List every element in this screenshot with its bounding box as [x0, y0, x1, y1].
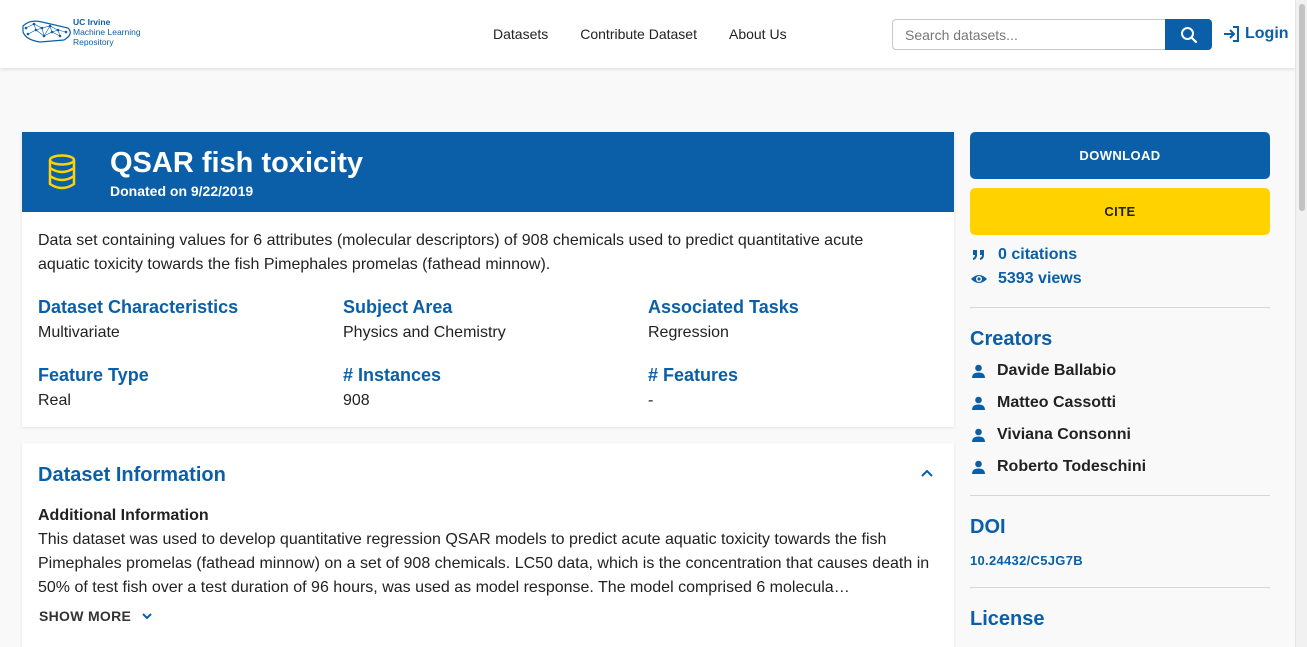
- page-scrollbar[interactable]: [1295, 0, 1307, 647]
- characteristic-feature-type: Feature Type Real: [38, 365, 149, 410]
- nav-about-link[interactable]: About Us: [729, 26, 787, 42]
- additional-information-text: This dataset was used to develop quantit…: [38, 531, 930, 596]
- characteristic-label: Dataset Characteristics: [38, 297, 239, 317]
- sidebar-divider: [970, 307, 1270, 308]
- characteristic-label: # Features: [648, 365, 739, 385]
- doi-heading: DOI: [970, 516, 1006, 538]
- person-icon: [972, 396, 985, 410]
- creators-heading: Creators: [970, 328, 1053, 350]
- citations-link[interactable]: 0 citations: [970, 246, 1077, 264]
- characteristic-label: Subject Area: [343, 297, 453, 317]
- views-count: 5393 views: [998, 270, 1082, 287]
- logo-text: UC Irvine Machine Learning Repository: [73, 17, 141, 47]
- creator-item: Matteo Cassotti: [971, 394, 1116, 412]
- characteristic-label: Feature Type: [38, 365, 149, 385]
- logo-line-3: Repository: [73, 37, 114, 47]
- login-icon: [1224, 26, 1239, 42]
- uci-logo[interactable]: UC Irvine Machine Learning Repository: [20, 16, 145, 52]
- search-icon: [1180, 26, 1197, 43]
- creator-name: Viviana Consonni: [997, 426, 1131, 443]
- donated-date: Donated on 9/22/2019: [110, 183, 254, 199]
- creator-name: Davide Ballabio: [997, 362, 1117, 379]
- characteristic-value: Multivariate: [38, 324, 120, 341]
- main-nav: Datasets Contribute Dataset About Us: [493, 26, 787, 42]
- top-navbar: UC Irvine Machine Learning Repository Da…: [0, 0, 1295, 68]
- person-icon: [972, 428, 985, 442]
- logo-line-2: Machine Learning: [73, 27, 141, 37]
- characteristic-tasks: Associated Tasks Regression: [648, 297, 799, 342]
- dataset-header: QSAR fish toxicity Donated on 9/22/2019: [22, 132, 954, 212]
- logo-line-1: UC Irvine: [73, 17, 111, 27]
- sidebar-divider: [970, 495, 1270, 496]
- characteristic-label: Associated Tasks: [648, 297, 799, 317]
- additional-information-heading: Additional Information: [38, 507, 209, 524]
- sidebar-divider: [970, 587, 1270, 588]
- chevron-down-icon: [142, 613, 152, 620]
- creator-item: Davide Ballabio: [971, 362, 1116, 380]
- search-input[interactable]: [892, 19, 1166, 50]
- cite-button[interactable]: CITE: [970, 188, 1270, 235]
- nav-datasets-link[interactable]: Datasets: [493, 26, 548, 42]
- login-link[interactable]: Login: [1222, 24, 1289, 44]
- dataset-description: Data set containing values for 6 attribu…: [38, 232, 864, 273]
- views-stat: 5393 views: [970, 270, 1082, 288]
- creator-name: Matteo Cassotti: [997, 394, 1117, 411]
- show-more-button[interactable]: SHOW MORE: [39, 608, 153, 624]
- characteristic-value: -: [648, 392, 654, 409]
- doi-link[interactable]: 10.24432/C5JG7B: [970, 553, 1083, 568]
- nav-contribute-link[interactable]: Contribute Dataset: [580, 26, 697, 42]
- eye-icon: [971, 275, 987, 283]
- characteristic-instances: # Instances 908: [343, 365, 441, 410]
- creator-item: Viviana Consonni: [971, 426, 1131, 444]
- characteristic-value: Regression: [648, 324, 729, 341]
- network-logo-icon: [22, 20, 71, 43]
- dataset-information-title: Dataset Information: [38, 464, 226, 486]
- quote-icon: [973, 250, 984, 260]
- login-label: Login: [1245, 25, 1289, 42]
- database-icon: [48, 154, 76, 190]
- characteristic-value: 908: [343, 392, 370, 409]
- dataset-information-card: Dataset Information Additional Informati…: [22, 443, 954, 647]
- characteristic-features: # Features -: [648, 365, 738, 410]
- creator-item: Roberto Todeschini: [971, 458, 1146, 476]
- chevron-up-icon[interactable]: [920, 468, 934, 478]
- dataset-summary-card: QSAR fish toxicity Donated on 9/22/2019 …: [22, 132, 954, 427]
- creator-name: Roberto Todeschini: [997, 458, 1147, 475]
- person-icon: [972, 460, 985, 474]
- characteristic-value: Real: [38, 392, 71, 409]
- characteristic-dataset: Dataset Characteristics Multivariate: [38, 297, 238, 342]
- show-more-label: SHOW MORE: [39, 608, 132, 624]
- download-button[interactable]: DOWNLOAD: [970, 132, 1270, 179]
- characteristic-value: Physics and Chemistry: [343, 324, 506, 341]
- characteristic-label: # Instances: [343, 365, 442, 385]
- license-heading: License: [970, 608, 1045, 630]
- dataset-title: QSAR fish toxicity: [110, 147, 363, 179]
- citations-count: 0 citations: [998, 246, 1078, 263]
- person-icon: [972, 364, 985, 378]
- characteristic-subject: Subject Area Physics and Chemistry: [343, 297, 506, 342]
- scrollbar-thumb[interactable]: [1299, 4, 1305, 211]
- search-button[interactable]: [1165, 19, 1212, 50]
